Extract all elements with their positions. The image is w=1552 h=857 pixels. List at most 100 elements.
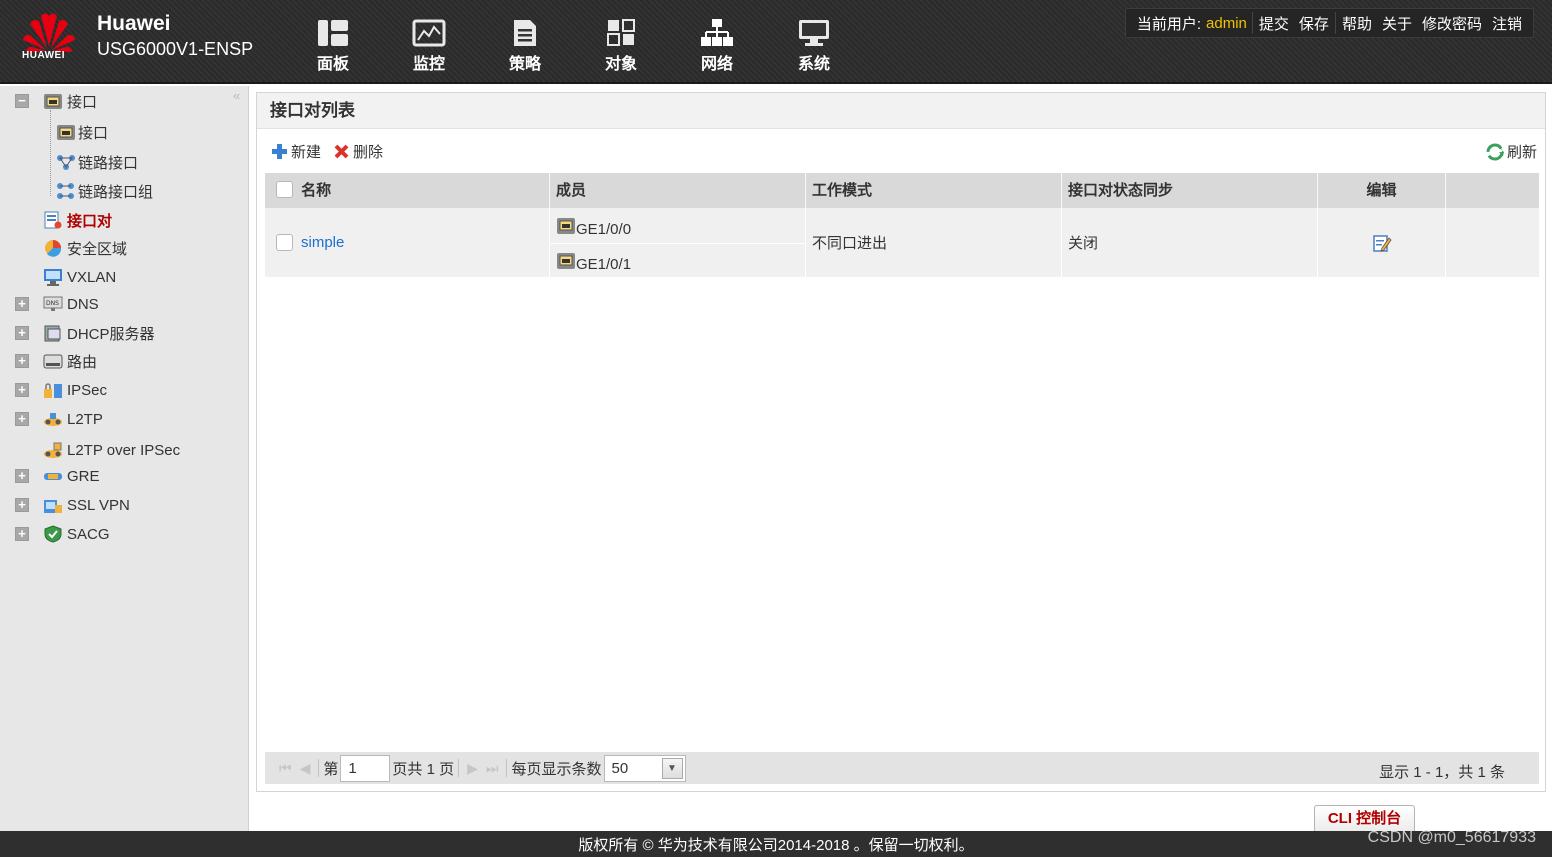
- page-total: 页共 1 页: [392, 760, 455, 778]
- tree-item-sacg[interactable]: + SACG: [0, 523, 240, 545]
- tree-item-ipsec[interactable]: + IPSec: [0, 379, 240, 401]
- cell-edit: [1318, 208, 1446, 277]
- expand-toggle-icon[interactable]: +: [15, 326, 29, 340]
- nav-label: 面板: [316, 56, 349, 73]
- collapse-toggle-icon[interactable]: −: [15, 94, 29, 108]
- interface-pair-table: 名称 成员 工作模式 接口对状态同步 编辑 simple GE1/0/0 GE1…: [265, 173, 1539, 278]
- cell-filler: [1446, 208, 1539, 277]
- tree-item-label: 接口: [78, 124, 109, 142]
- column-name-label: 名称: [301, 182, 332, 199]
- tree-item-interface-group[interactable]: − 接口: [0, 90, 240, 112]
- l2tp-icon: [44, 413, 62, 426]
- logout-link[interactable]: 注销: [1487, 13, 1527, 34]
- column-mode-label: 工作模式: [812, 182, 873, 199]
- policy-icon: [514, 20, 536, 46]
- svg-text:DNS: DNS: [46, 300, 59, 307]
- nav-label: 系统: [797, 56, 830, 73]
- per-page-select[interactable]: 50 ▼: [603, 754, 686, 782]
- table-row[interactable]: simple GE1/0/0 GE1/0/1 不同口进出 关闭: [265, 208, 1539, 278]
- tree-item-link-interface-group[interactable]: 链路接口组: [56, 180, 153, 202]
- tree-item-dns[interactable]: + DNS DNS: [0, 293, 240, 315]
- expand-toggle-icon[interactable]: +: [15, 469, 29, 483]
- next-page-icon[interactable]: ▶: [467, 760, 478, 777]
- nav-policy[interactable]: 策略: [495, 18, 555, 74]
- interface-pair-name-link[interactable]: simple: [301, 234, 344, 251]
- row-checkbox[interactable]: [276, 234, 293, 251]
- edit-icon[interactable]: [1372, 233, 1392, 253]
- current-username: admin: [1206, 14, 1247, 32]
- expand-toggle-icon[interactable]: +: [15, 297, 29, 311]
- first-page-icon[interactable]: ⏮: [279, 760, 292, 777]
- cell-name: simple: [265, 208, 550, 277]
- member-name: GE1/0/0: [576, 220, 632, 238]
- per-page-label: 每页显示条数: [511, 760, 602, 778]
- member-item: GE1/0/0: [550, 208, 805, 243]
- member-name: GE1/0/1: [576, 256, 632, 273]
- column-header-edit: 编辑: [1318, 173, 1446, 208]
- page-number-input[interactable]: 1: [340, 754, 391, 782]
- column-header-sync[interactable]: 接口对状态同步: [1062, 173, 1318, 208]
- tree-item-label: DNS: [67, 295, 99, 313]
- product-model: USG6000V1-ENSP: [97, 39, 254, 59]
- nav-dashboard[interactable]: 面板: [303, 18, 363, 74]
- column-header-mode[interactable]: 工作模式: [806, 173, 1062, 208]
- tree-item-interface-pair[interactable]: 接口对: [43, 209, 112, 231]
- product-brand: Huawei USG6000V1-ENSP: [97, 12, 253, 62]
- expand-toggle-icon[interactable]: +: [15, 383, 29, 397]
- about-link[interactable]: 关于: [1377, 13, 1417, 34]
- tree-item-gre[interactable]: + GRE: [0, 465, 240, 487]
- help-link[interactable]: 帮助: [1337, 13, 1377, 34]
- tree-item-route[interactable]: + 路由: [0, 350, 240, 372]
- refresh-icon: [1486, 143, 1504, 160]
- last-page-icon[interactable]: ⏭: [486, 760, 499, 777]
- nav-label: 对象: [604, 56, 637, 73]
- pagination-bar: ⏮ ◀ 第 1 页共 1 页 ▶ ⏭ 每页显示条数 50 ▼ 显示 1 - 1，…: [265, 752, 1539, 784]
- brand-name: Huawei: [97, 12, 171, 35]
- column-header-members[interactable]: 成员: [550, 173, 806, 208]
- expand-toggle-icon[interactable]: +: [15, 527, 29, 541]
- nav-network[interactable]: 网络: [687, 18, 747, 74]
- prev-page-icon[interactable]: ◀: [300, 760, 311, 777]
- divider: [458, 759, 460, 777]
- navigation-tree: « − 接口 接口 链路接口 链路接口组 接口对 安全区域 VXLAN + DN…: [0, 86, 249, 831]
- tree-item-label: 安全区域: [67, 240, 128, 258]
- tree-item-interface[interactable]: 接口: [56, 121, 108, 143]
- interface-pair-panel: 接口对列表 新建 删除 刷新 名称 成员 工作模式 接口对状态同步 编辑 sim…: [256, 92, 1546, 792]
- delete-button[interactable]: 删除: [333, 141, 383, 162]
- current-user-label: 当前用户:: [1136, 15, 1202, 33]
- expand-toggle-icon[interactable]: +: [15, 354, 29, 368]
- submit-link[interactable]: 提交: [1254, 13, 1294, 34]
- new-button[interactable]: 新建: [271, 141, 321, 162]
- nav-label: 监控: [412, 56, 445, 73]
- watermark: CSDN @m0_56617933: [1367, 829, 1536, 846]
- select-all-checkbox[interactable]: [276, 181, 293, 199]
- expand-toggle-icon[interactable]: +: [15, 412, 29, 426]
- delete-button-label: 删除: [353, 144, 384, 161]
- nav-monitor[interactable]: 监控: [399, 18, 459, 74]
- interface-icon: [44, 94, 62, 109]
- cell-members: GE1/0/0 GE1/0/1: [550, 208, 806, 277]
- column-header-name[interactable]: 名称: [265, 173, 550, 208]
- tree-item-vxlan[interactable]: VXLAN: [43, 266, 116, 288]
- interface-icon: [557, 217, 575, 234]
- tree-item-label: 链路接口组: [78, 183, 154, 201]
- divider: [506, 759, 508, 777]
- tree-item-dhcp-server[interactable]: + DHCP服务器: [0, 322, 240, 344]
- expand-toggle-icon[interactable]: +: [15, 498, 29, 512]
- tree-item-l2tp-over-ipsec[interactable]: L2TP over IPSec: [43, 439, 180, 461]
- nav-object[interactable]: 对象: [591, 18, 651, 74]
- page-prefix: 第: [323, 760, 339, 778]
- tree-item-ssl-vpn[interactable]: + SSL VPN: [0, 494, 240, 516]
- save-link[interactable]: 保存: [1294, 13, 1334, 34]
- refresh-button[interactable]: 刷新: [1486, 141, 1537, 162]
- tree-item-security-zone[interactable]: 安全区域: [43, 237, 127, 259]
- change-password-link[interactable]: 修改密码: [1417, 13, 1487, 34]
- delete-icon: [334, 144, 349, 159]
- vxlan-icon: [44, 269, 62, 286]
- column-edit-label: 编辑: [1366, 182, 1397, 199]
- nav-system[interactable]: 系统: [784, 18, 844, 74]
- tree-item-link-interface[interactable]: 链路接口: [56, 151, 138, 173]
- tree-item-label: VXLAN: [67, 268, 117, 286]
- tree-item-l2tp[interactable]: + L2TP: [0, 408, 240, 430]
- tree-item-label: DHCP服务器: [67, 325, 155, 343]
